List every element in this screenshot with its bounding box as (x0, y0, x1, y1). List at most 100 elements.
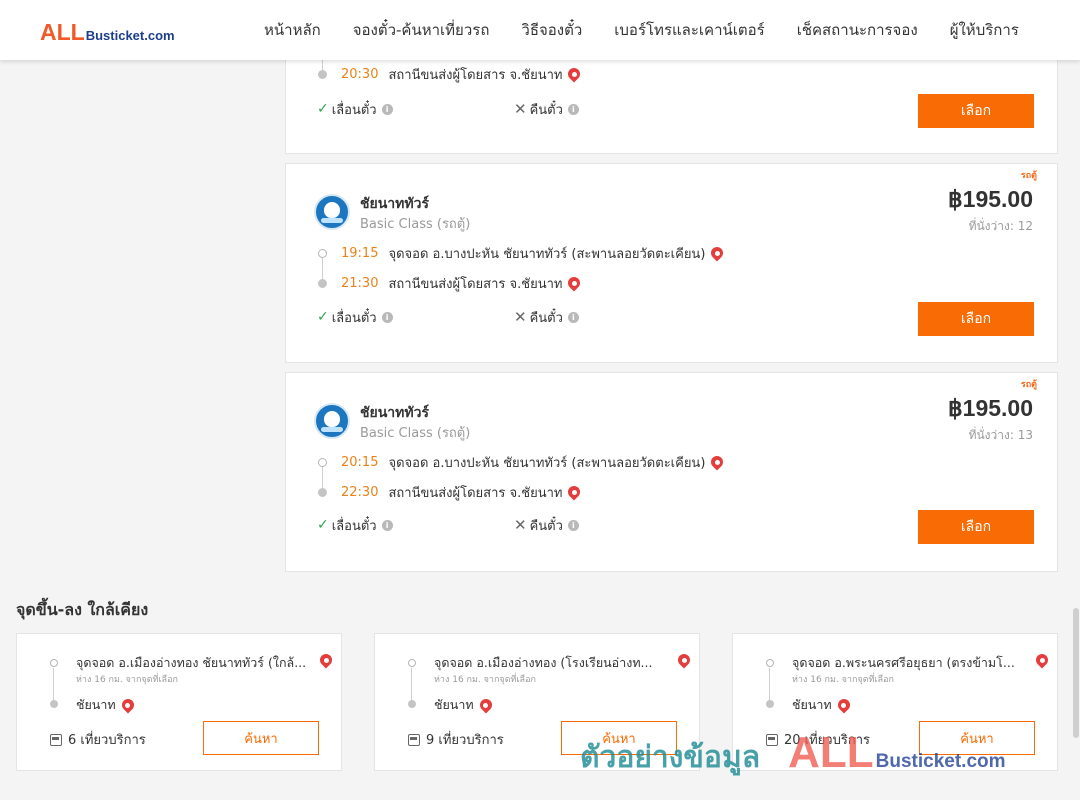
map-pin-icon[interactable] (1036, 654, 1048, 666)
main-nav: หน้าหลัก จองตั๋ว-ค้นหาเที่ยวรถ วิธีจองตั… (248, 0, 1035, 60)
nearby-card: จุดจอด อ.พระนครศรีอยุธยา (ตรงข้ามโ... ห่… (732, 633, 1058, 771)
search-button[interactable]: ค้นหา (561, 721, 677, 755)
refund-label: คืนตั๋ว (529, 518, 563, 534)
operator-logo (314, 194, 350, 230)
bus-class: Basic Class (รถตู้) (360, 217, 471, 232)
nearby-destination: ชัยนาท (792, 695, 850, 715)
map-pin-icon[interactable] (711, 247, 723, 259)
arrival-stop: 20:30 สถานีขนส่งผู้โดยสาร จ.ชัยนาท (318, 65, 580, 83)
departure-time: 19:15 (341, 245, 379, 261)
select-button[interactable]: เลือก (918, 302, 1034, 336)
nearby-section-title: จุดขึ้น-ลง ใกล้เคียง (16, 600, 149, 619)
refund-label: คืนตั๋ว (529, 310, 563, 326)
top-header: ALL Busticket.com หน้าหลัก จองตั๋ว-ค้นหา… (0, 0, 1080, 60)
map-pin-icon[interactable] (568, 277, 580, 289)
departure-time: 20:15 (341, 454, 379, 470)
bus-class: Basic Class (รถตู้) (360, 426, 471, 441)
trip-count: 20 เที่ยวบริการ (766, 729, 870, 750)
arrival-place: สถานีขนส่งผู้โดยสาร จ.ชัยนาท (388, 67, 563, 83)
route-line (769, 668, 770, 704)
trip-count-label: 9 เที่ยวบริการ (426, 733, 504, 748)
bus-icon (50, 733, 62, 746)
nearby-destination: ชัยนาท (76, 695, 134, 715)
scrollbar-thumb[interactable] (1073, 608, 1079, 738)
logo-busticket-text: Busticket.com (85, 28, 175, 43)
info-icon[interactable]: i (381, 519, 393, 531)
nearby-card: จุดจอด อ.เมืองอ่างทอง ชัยนาททัวร์ (ใกล้.… (16, 633, 342, 771)
map-pin-icon[interactable] (480, 699, 492, 711)
nearby-card: จุดจอด อ.เมืองอ่างทอง (โรงเรียนอ่างท... … (374, 633, 700, 771)
nearby-distance: ห่าง 16 กม. จากจุดที่เลือก (434, 675, 536, 685)
page-scrollbar[interactable] (1072, 60, 1080, 800)
destination-dot (408, 700, 416, 708)
arrival-time: 21:30 (341, 275, 379, 291)
nav-home[interactable]: หน้าหลัก (248, 18, 337, 42)
nav-how-to-book[interactable]: วิธีจองตั๋ว (505, 18, 598, 42)
map-pin-icon[interactable] (568, 486, 580, 498)
ticket-price: ฿195.00 (948, 395, 1033, 421)
destination-label: ชัยนาท (76, 697, 116, 712)
map-pin-icon[interactable] (568, 68, 580, 80)
check-icon: ✓ (317, 309, 329, 325)
search-button[interactable]: ค้นหา (203, 721, 319, 755)
info-icon[interactable]: i (567, 519, 579, 531)
arrival-dot (318, 69, 327, 79)
info-icon[interactable]: i (567, 103, 579, 115)
select-button[interactable]: เลือก (918, 94, 1034, 128)
map-pin-icon[interactable] (838, 699, 850, 711)
vehicle-tag: รถตู้ (1020, 380, 1037, 390)
info-icon[interactable]: i (381, 103, 393, 115)
arrival-dot (318, 487, 327, 497)
seats-available: ที่นั่งว่าง: 12 (968, 219, 1033, 233)
arrival-stop: 21:30 สถานีขนส่งผู้โดยสาร จ.ชัยนาท (318, 274, 580, 292)
destination-dot (766, 700, 774, 708)
cross-icon: ✕ (514, 308, 527, 326)
origin-dot (408, 659, 416, 667)
departure-stop: 19:15 จุดจอด อ.บางปะหัน ชัยนาททัวร์ (สะพ… (318, 244, 723, 262)
operator-name: ชัยนาททัวร์ (360, 405, 429, 421)
nav-phone-counter[interactable]: เบอร์โทรและเคาน์เตอร์ (598, 18, 780, 42)
map-pin-icon[interactable] (711, 456, 723, 468)
nav-operators[interactable]: ผู้ให้บริการ (934, 18, 1035, 42)
arrival-stop: 22:30 สถานีขนส่งผู้โดยสาร จ.ชัยนาท (318, 483, 580, 501)
trip-card: รถตู้ ชัยนาททัวร์ Basic Class (รถตู้) ฿1… (285, 372, 1058, 572)
destination-dot (50, 700, 58, 708)
reschedule-label: เลื่อนตั๋ว (331, 518, 377, 534)
trip-count: 6 เที่ยวบริการ (50, 729, 146, 750)
nav-book-search[interactable]: จองตั๋ว-ค้นหาเที่ยวรถ (337, 18, 506, 42)
nav-check-booking[interactable]: เช็คสถานะการจอง (781, 18, 934, 42)
nearby-origin: จุดจอด อ.เมืองอ่างทอง ชัยนาททัวร์ (ใกล้.… (76, 655, 307, 670)
arrival-place: สถานีขนส่งผู้โดยสาร จ.ชัยนาท (388, 485, 563, 501)
trip-count-label: 20 เที่ยวบริการ (784, 733, 870, 748)
operator-logo (314, 403, 350, 439)
select-button[interactable]: เลือก (918, 510, 1034, 544)
cross-icon: ✕ (514, 516, 527, 534)
reschedule-policy: ✓ เลื่อนตั๋ว i (317, 516, 393, 534)
check-icon: ✓ (317, 101, 329, 117)
refund-label: คืนตั๋ว (529, 102, 563, 118)
map-pin-icon[interactable] (122, 699, 134, 711)
departure-place: จุดจอด อ.บางปะหัน ชัยนาททัวร์ (สะพานลอยว… (388, 246, 706, 262)
destination-label: ชัยนาท (434, 697, 474, 712)
departure-dot (318, 248, 327, 258)
destination-label: ชัยนาท (792, 697, 832, 712)
site-logo[interactable]: ALL Busticket.com (40, 19, 175, 46)
route-line (53, 668, 54, 704)
reschedule-label: เลื่อนตั๋ว (331, 102, 377, 118)
info-icon[interactable]: i (567, 311, 579, 323)
arrival-dot (318, 278, 327, 288)
vehicle-tag: รถตู้ (1020, 171, 1037, 181)
departure-place: จุดจอด อ.บางปะหัน ชัยนาททัวร์ (สะพานลอยว… (388, 455, 706, 471)
map-pin-icon[interactable] (678, 654, 690, 666)
nearby-destination: ชัยนาท (434, 695, 492, 715)
info-icon[interactable]: i (381, 311, 393, 323)
trip-card: รถตู้ ชัยนาททัวร์ Basic Class (รถตู้) ฿1… (285, 163, 1058, 363)
search-button[interactable]: ค้นหา (919, 721, 1035, 755)
operator-name: ชัยนาททัวร์ (360, 196, 429, 212)
trip-count-label: 6 เที่ยวบริการ (68, 733, 146, 748)
map-pin-icon[interactable] (320, 654, 332, 666)
arrival-place: สถานีขนส่งผู้โดยสาร จ.ชัยนาท (388, 276, 563, 292)
departure-stop: 20:15 จุดจอด อ.บางปะหัน ชัยนาททัวร์ (สะพ… (318, 453, 723, 471)
nearby-origin: จุดจอด อ.พระนครศรีอยุธยา (ตรงข้ามโ... (792, 655, 1015, 670)
arrival-time: 20:30 (341, 66, 379, 82)
